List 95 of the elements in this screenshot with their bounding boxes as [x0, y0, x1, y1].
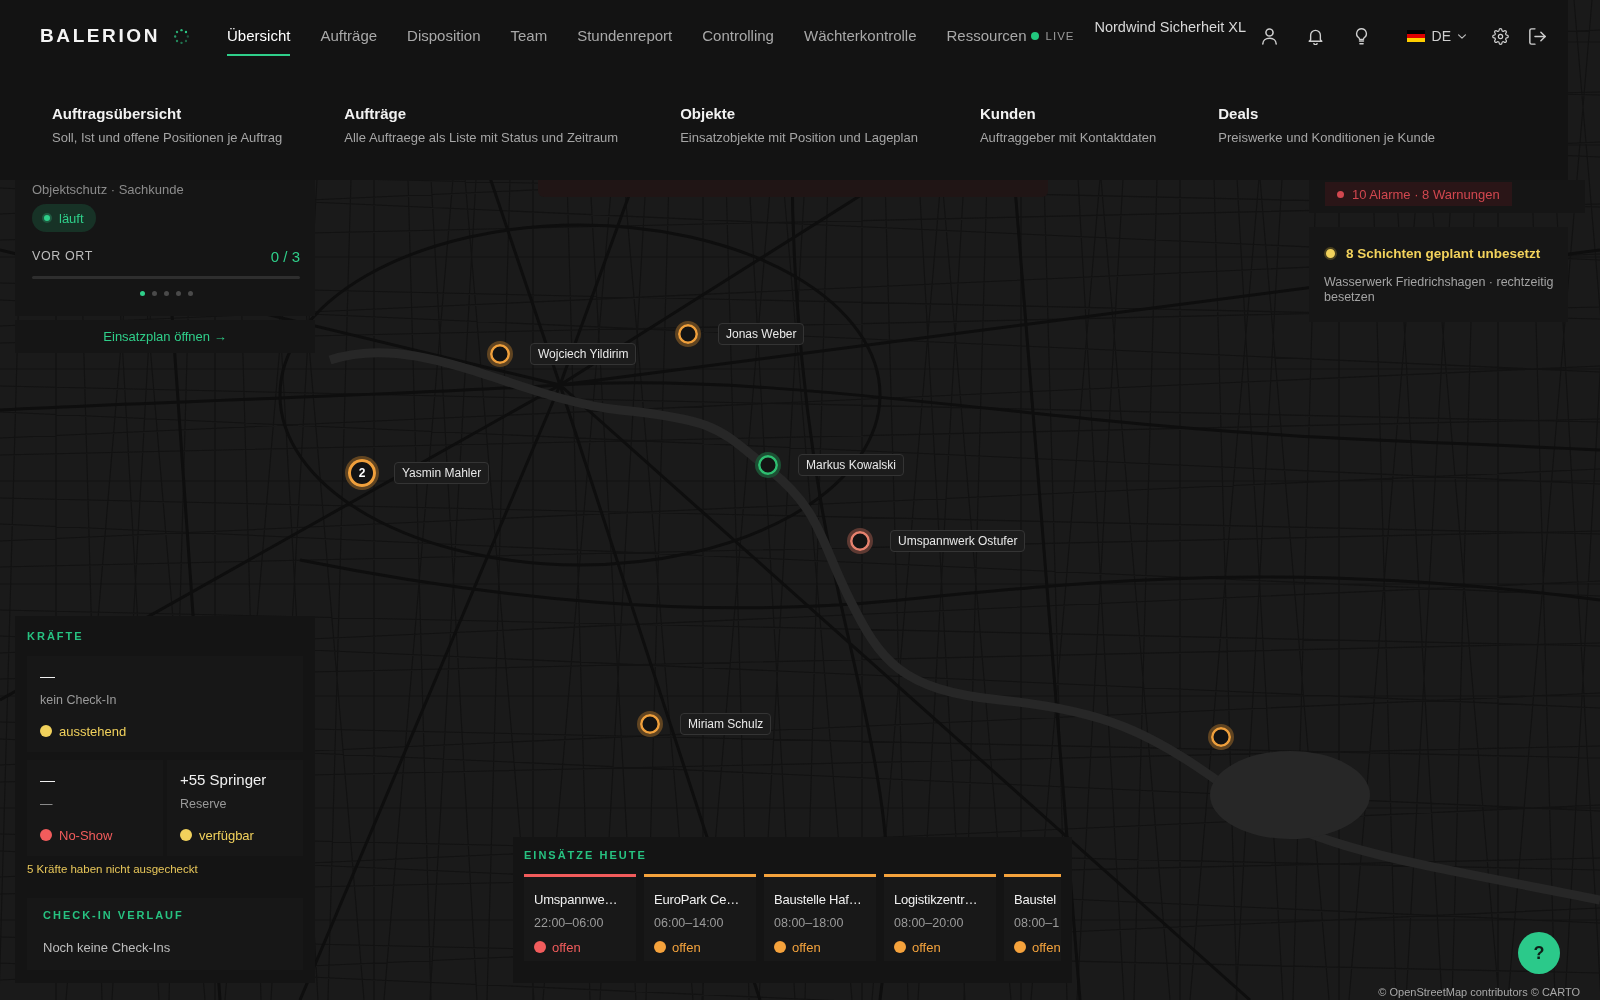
- map-marker-label[interactable]: Miriam Schulz: [680, 713, 772, 735]
- circle-marker-icon[interactable]: [637, 711, 663, 737]
- status-label: offen: [792, 939, 821, 955]
- assignment-time: 08:00–20:00: [894, 916, 965, 931]
- pager-dot[interactable]: [163, 291, 169, 296]
- stat-caption: —: [40, 796, 54, 812]
- checkout-warning: 5 Kräfte haben nicht ausgecheckt: [27, 862, 199, 876]
- notice-title: 8 Schichten geplant unbesetzt: [1346, 245, 1541, 261]
- stat-value: +55 Springer: [180, 771, 268, 789]
- help-button[interactable]: ?: [1518, 932, 1560, 974]
- map-marker-label[interactable]: Markus Kowalski: [798, 454, 905, 476]
- open-plan-button[interactable]: Einsatzplan öffnen →: [15, 320, 315, 353]
- live-label: LIVE: [1045, 30, 1075, 42]
- stat-value: —: [40, 667, 56, 685]
- assignment-time: 06:00–14:00: [654, 916, 725, 931]
- menu-description: Alle Auftraege als Liste mit Status und Zeitraum: [344, 130, 619, 146]
- company-name: Nordwind Sicherheit XL: [1094, 19, 1247, 35]
- section-title: CHECK-IN VERLAUF: [43, 908, 185, 922]
- order-subtitle: Objektschutz · Sachkunde: [32, 182, 185, 198]
- circle-marker-icon[interactable]: [675, 321, 701, 347]
- stat-value: —: [40, 771, 56, 789]
- menu-link[interactable]: Aufträge: [344, 105, 619, 123]
- status-label: No-Show: [59, 827, 113, 843]
- menu-link[interactable]: Kunden: [979, 105, 1157, 123]
- stat-caption: kein Check-In: [40, 692, 118, 708]
- user-icon[interactable]: [1260, 27, 1278, 45]
- assignment-title: Logistikzentr…: [894, 891, 979, 908]
- status-label: verfügbar: [199, 827, 254, 843]
- circle-marker-icon[interactable]: [755, 452, 781, 478]
- bell-icon[interactable]: [1306, 27, 1324, 45]
- assignment-time: 22:00–06:00: [534, 916, 605, 931]
- pager-dot[interactable]: [175, 291, 181, 296]
- progress-count: 0 / 3: [270, 247, 300, 265]
- assignment-card[interactable]: Logistikzentr… 08:00–20:00 offen: [884, 874, 996, 961]
- assignment-title: Umspannwe…: [534, 891, 619, 908]
- empty-state-text: Noch keine Check-Ins: [43, 940, 172, 956]
- section-title: EINSÄTZE HEUTE: [524, 848, 648, 862]
- circle-marker-icon[interactable]: [847, 528, 873, 554]
- notice-text: Wasserwerk Friedrichshagen · rechtzeitig besetzen: [1324, 275, 1555, 305]
- assignment-title: Baustel: [1014, 891, 1057, 908]
- circle-marker-icon[interactable]: [1208, 724, 1234, 750]
- circle-marker-icon[interactable]: [487, 341, 513, 367]
- nav-tab[interactable]: Ressourcen: [946, 16, 1027, 56]
- nav-tab[interactable]: Wächterkontrolle: [803, 16, 917, 56]
- dotted-ring-icon: [174, 28, 190, 44]
- assignment-title: EuroPark Ce…: [654, 891, 741, 908]
- status-label: offen: [552, 939, 581, 955]
- nav-tab[interactable]: Disposition: [407, 16, 481, 56]
- map-marker-label[interactable]: Umspannwerk Ostufer: [890, 530, 1026, 552]
- menu-link[interactable]: Auftragsübersicht: [52, 105, 283, 123]
- language-selector[interactable]: DE: [1406, 28, 1466, 44]
- live-dot-icon: [1030, 32, 1039, 40]
- map-marker-label[interactable]: Wojciech Yildirim: [530, 343, 637, 365]
- menu-description: Einsatzobjekte mit Position und Lageplan: [680, 130, 918, 146]
- cluster-marker[interactable]: 2: [345, 456, 379, 490]
- assignment-title: Baustelle Haf…: [774, 891, 863, 908]
- pager-dot[interactable]: [139, 291, 145, 296]
- nav-tab[interactable]: Team: [510, 16, 548, 56]
- assignment-time: 08:00–18:00: [774, 916, 845, 931]
- menu-description: Preiswerke und Konditionen je Kunde: [1218, 130, 1436, 146]
- status-label: offen: [1032, 939, 1061, 955]
- logo-wordmark: BALERION: [40, 25, 161, 47]
- alert-count-badge: 10 Alarme · 8 Warnungen: [1325, 182, 1512, 206]
- map-marker-label[interactable]: Jonas Weber: [718, 323, 805, 345]
- logout-icon[interactable]: [1529, 27, 1546, 45]
- nav-tab[interactable]: Controlling: [702, 16, 774, 56]
- chevron-down-icon: [1458, 33, 1466, 39]
- flag-icon: [1406, 30, 1425, 42]
- menu-link[interactable]: Deals: [1218, 105, 1436, 123]
- menu-description: Soll, Ist und offene Positionen je Auftrag: [52, 130, 283, 146]
- settings-icon[interactable]: [1492, 27, 1509, 45]
- section-title: KRÄFTE: [27, 629, 85, 643]
- assignment-card[interactable]: Baustel 08:00–1 offen: [1004, 874, 1061, 961]
- assignment-time: 08:00–1: [1014, 916, 1061, 931]
- map-marker-label[interactable]: Yasmin Mahler: [394, 462, 490, 484]
- pager-dot[interactable]: [151, 291, 157, 296]
- assignment-card[interactable]: EuroPark Ce… 06:00–14:00 offen: [644, 874, 756, 961]
- status-label: offen: [672, 939, 701, 955]
- warning-dot-icon: [1324, 246, 1337, 260]
- status-pill: läuft: [32, 204, 96, 232]
- pager-dot[interactable]: [187, 291, 193, 296]
- progress-label: VOR ORT: [32, 249, 93, 263]
- menu-description: Auftraggeber mit Kontaktdaten: [979, 130, 1157, 146]
- nav-tab[interactable]: Übersicht: [227, 16, 291, 56]
- status-label: offen: [912, 939, 941, 955]
- menu-link[interactable]: Objekte: [680, 105, 918, 123]
- assignment-card[interactable]: Baustelle Haf… 08:00–18:00 offen: [764, 874, 876, 961]
- alert-dot-icon: [1337, 190, 1344, 198]
- status-dot-icon: [42, 213, 52, 223]
- assignment-card[interactable]: Umspannwe… 22:00–06:00 offen: [524, 874, 636, 961]
- nav-tab[interactable]: Aufträge: [320, 16, 378, 56]
- map-attribution: © OpenStreetMap contributors © CARTO: [1378, 985, 1580, 999]
- nav-tab[interactable]: Stundenreport: [577, 16, 673, 56]
- stat-caption: Reserve: [180, 796, 228, 812]
- status-label: ausstehend: [59, 723, 127, 739]
